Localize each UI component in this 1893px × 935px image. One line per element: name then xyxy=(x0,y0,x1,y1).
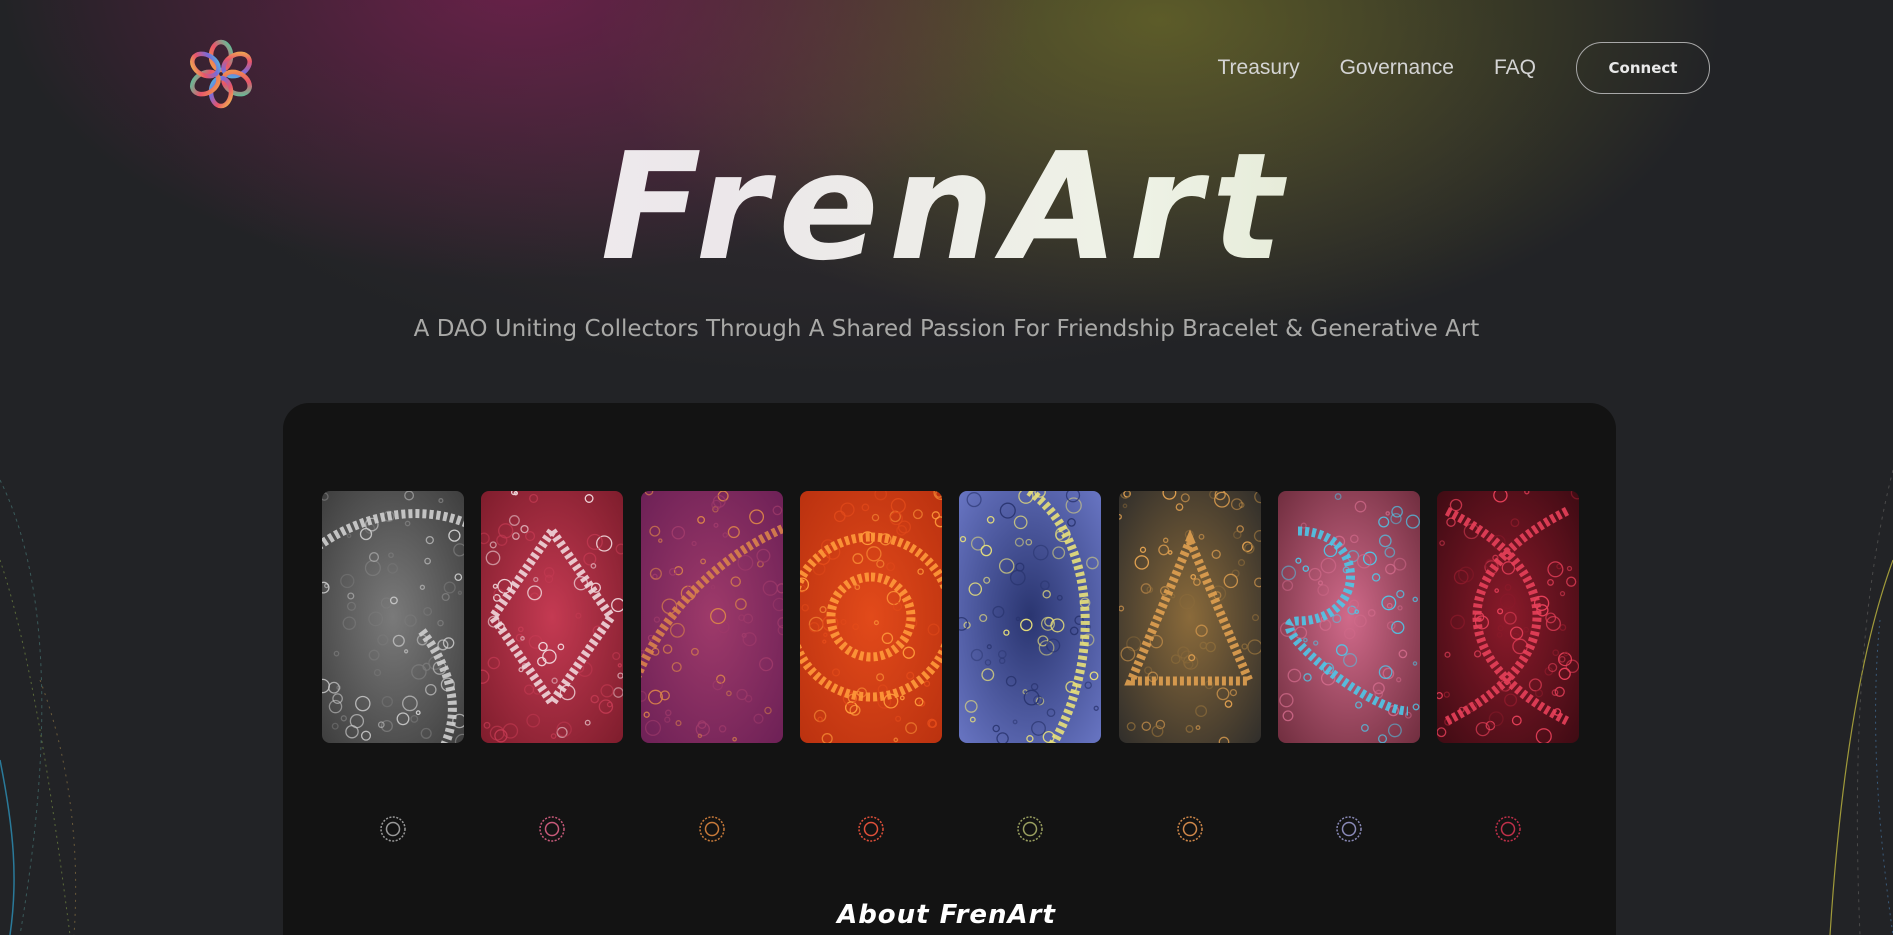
artwork-gallery xyxy=(283,403,1616,935)
artwork-card[interactable] xyxy=(481,491,624,743)
artwork-card[interactable] xyxy=(1277,491,1420,743)
artwork-selector-dot[interactable] xyxy=(697,814,727,844)
artwork-image xyxy=(322,491,464,743)
artwork-selector-dot[interactable] xyxy=(1175,814,1205,844)
connect-button[interactable]: Connect xyxy=(1576,42,1710,94)
artwork-selector-dot[interactable] xyxy=(1015,814,1045,844)
hero-title: FrenArt xyxy=(0,122,1893,292)
artwork-image xyxy=(481,491,624,743)
artwork-selector-dot[interactable] xyxy=(378,814,408,844)
about-section-title: About FrenArt xyxy=(837,900,1056,930)
artwork-card[interactable] xyxy=(1437,491,1580,743)
hero-subtitle: A DAO Uniting Collectors Through A Share… xyxy=(413,316,1480,342)
main-nav: Treasury Governance FAQ Connect xyxy=(1218,42,1710,94)
artwork-image xyxy=(959,491,1102,743)
artwork-selector-dot[interactable] xyxy=(856,814,886,844)
artwork-card[interactable] xyxy=(799,491,942,743)
nav-governance-link[interactable]: Governance xyxy=(1340,56,1454,80)
artwork-selector-dot[interactable] xyxy=(537,814,567,844)
artwork-image xyxy=(1118,491,1261,743)
nav-faq-link[interactable]: FAQ xyxy=(1494,56,1536,80)
nav-treasury-link[interactable]: Treasury xyxy=(1218,56,1300,80)
artwork-card[interactable] xyxy=(1118,491,1261,743)
artwork-card[interactable] xyxy=(640,491,783,743)
artwork-image xyxy=(799,491,942,743)
artwork-image xyxy=(640,491,783,743)
page: Treasury Governance FAQ Connect FrenArt … xyxy=(0,0,1893,935)
artwork-selector-dot[interactable] xyxy=(1493,814,1523,844)
artwork-card[interactable] xyxy=(959,491,1102,743)
artwork-image xyxy=(1277,491,1420,743)
frenart-flower-logo[interactable] xyxy=(186,38,256,110)
artwork-card[interactable] xyxy=(322,491,464,743)
artwork-image xyxy=(1437,491,1580,743)
artwork-selector-dot[interactable] xyxy=(1334,814,1364,844)
